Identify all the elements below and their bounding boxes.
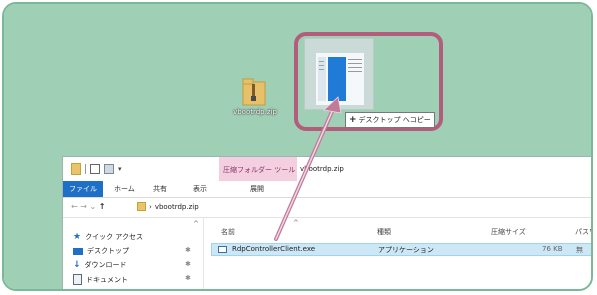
screenshot-frame: vbootrdp.zip + デスクトップ へコピー ▾ 圧縮フォルダー ツール… xyxy=(2,2,593,291)
drag-arrow-icon xyxy=(274,96,342,241)
desktop: vbootrdp.zip + デスクトップ へコピー ▾ 圧縮フォルダー ツール… xyxy=(4,4,591,289)
